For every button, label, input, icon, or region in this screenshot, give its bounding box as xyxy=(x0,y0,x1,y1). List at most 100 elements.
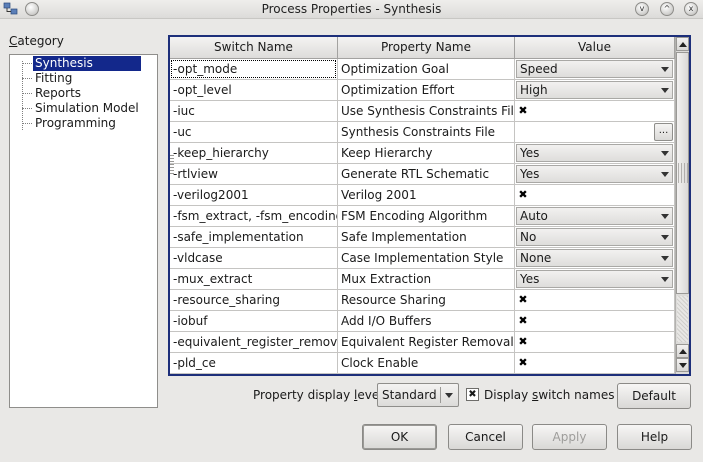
scroll-track[interactable] xyxy=(677,296,688,342)
minimize-icon[interactable]: v xyxy=(635,2,649,16)
property-name-cell[interactable]: Equivalent Register Removal xyxy=(338,332,515,353)
property-name-cell[interactable]: Clock Enable xyxy=(338,353,515,374)
close-icon[interactable]: x xyxy=(684,2,698,16)
switch-name-cell[interactable]: -fsm_extract, -fsm_encoding xyxy=(170,206,338,227)
switch-name-cell[interactable]: -safe_implementation xyxy=(170,227,338,248)
property-name-cell[interactable]: Synthesis Constraints File xyxy=(338,122,515,143)
switch-name-cell[interactable]: -uc xyxy=(170,122,338,143)
scroll-down-button[interactable] xyxy=(676,358,689,372)
header-switch-name[interactable]: Switch Name xyxy=(170,37,338,59)
table-row[interactable]: -uc Synthesis Constraints File... xyxy=(170,122,675,143)
table-row[interactable]: -safe_implementation Safe Implementation N… xyxy=(170,227,675,248)
property-name-cell[interactable]: Add I/O Buffers xyxy=(338,311,515,332)
value-cell[interactable]: ✖ xyxy=(515,353,675,374)
property-name-cell[interactable]: Verilog 2001 xyxy=(338,185,515,206)
switch-name-cell[interactable]: -iobuf xyxy=(170,311,338,332)
value-select-text: Yes xyxy=(520,146,540,160)
value-cell[interactable]: ✖ xyxy=(515,101,675,122)
value-checkbox[interactable]: ✖ xyxy=(517,294,529,306)
value-cell[interactable]: None xyxy=(515,248,675,269)
value-checkbox[interactable]: ✖ xyxy=(517,105,529,117)
property-name-cell[interactable]: Resource Sharing xyxy=(338,290,515,311)
switch-name-cell[interactable]: -equivalent_register_removal xyxy=(170,332,338,353)
table-row[interactable]: -resource_sharing Resource Sharing ✖ xyxy=(170,290,675,311)
switch-name-cell[interactable]: -pld_ce xyxy=(170,353,338,374)
value-cell[interactable]: Auto xyxy=(515,206,675,227)
table-row[interactable]: -keep_hierarchy Keep Hierarchy Yes xyxy=(170,143,675,164)
property-name-cell[interactable]: Keep Hierarchy xyxy=(338,143,515,164)
value-select[interactable]: High xyxy=(516,81,673,99)
value-cell[interactable]: No xyxy=(515,227,675,248)
table-row[interactable]: -iuc Use Synthesis Constraints File ✖ xyxy=(170,101,675,122)
resize-grip[interactable] xyxy=(678,163,688,183)
cancel-button[interactable]: Cancel xyxy=(448,424,523,450)
maximize-icon[interactable]: ^ xyxy=(660,2,674,16)
table-row[interactable]: -pld_ce Clock Enable ✖ xyxy=(170,353,675,374)
switch-name-cell[interactable]: -rtlview xyxy=(170,164,338,185)
ok-button[interactable]: OK xyxy=(362,424,437,450)
apply-button[interactable]: Apply xyxy=(532,424,607,450)
default-button[interactable]: Default xyxy=(617,383,691,409)
switch-name-cell[interactable]: -verilog2001 xyxy=(170,185,338,206)
switch-name-cell[interactable]: -opt_mode xyxy=(170,59,338,80)
table-scrollbar[interactable] xyxy=(675,37,689,374)
splitter-grip[interactable] xyxy=(170,155,174,175)
value-select[interactable]: Yes xyxy=(516,165,673,183)
property-name-cell[interactable]: Case Implementation Style xyxy=(338,248,515,269)
value-cell[interactable]: ✖ xyxy=(515,185,675,206)
table-row[interactable]: -mux_extract Mux Extraction Yes xyxy=(170,269,675,290)
value-checkbox[interactable]: ✖ xyxy=(517,315,529,327)
table-row[interactable]: -fsm_extract, -fsm_encoding FSM Encoding … xyxy=(170,206,675,227)
scroll-up-button[interactable] xyxy=(676,37,689,51)
value-cell[interactable]: Yes xyxy=(515,143,675,164)
property-name-cell[interactable]: Safe Implementation xyxy=(338,227,515,248)
property-name-cell[interactable]: FSM Encoding Algorithm xyxy=(338,206,515,227)
property-name-cell[interactable]: Generate RTL Schematic xyxy=(338,164,515,185)
header-property-name[interactable]: Property Name xyxy=(338,37,515,59)
property-name-cell[interactable]: Mux Extraction xyxy=(338,269,515,290)
category-label: Category xyxy=(9,34,64,48)
value-cell[interactable]: Yes xyxy=(515,164,675,185)
switch-name-cell[interactable]: -opt_level xyxy=(170,80,338,101)
table-row[interactable]: -iobuf Add I/O Buffers ✖ xyxy=(170,311,675,332)
chevron-down-icon xyxy=(661,151,669,156)
value-select[interactable]: No xyxy=(516,228,673,246)
value-select[interactable]: Yes xyxy=(516,270,673,288)
table-row[interactable]: -opt_level Optimization Effort High xyxy=(170,80,675,101)
property-name-cell[interactable]: Use Synthesis Constraints File xyxy=(338,101,515,122)
switch-name-cell[interactable]: -iuc xyxy=(170,101,338,122)
header-value[interactable]: Value xyxy=(515,37,675,59)
display-switch-names-checkbox[interactable]: ✖ xyxy=(466,388,479,401)
help-button[interactable]: Help xyxy=(617,424,692,450)
value-cell[interactable]: ✖ xyxy=(515,311,675,332)
display-level-select[interactable]: Standard xyxy=(377,383,459,407)
value-select[interactable]: Auto xyxy=(516,207,673,225)
value-cell[interactable]: ✖ xyxy=(515,290,675,311)
value-cell[interactable]: Speed xyxy=(515,59,675,80)
browse-file-button[interactable]: ... xyxy=(654,123,673,141)
property-name-cell[interactable]: Optimization Goal xyxy=(338,59,515,80)
value-cell[interactable]: High xyxy=(515,80,675,101)
table-row[interactable]: -equivalent_register_removal Equivalent R… xyxy=(170,332,675,353)
chevron-down-icon xyxy=(661,277,669,282)
table-row[interactable]: -rtlview Generate RTL Schematic Yes xyxy=(170,164,675,185)
table-row[interactable]: -vldcase Case Implementation Style None xyxy=(170,248,675,269)
switch-name-cell[interactable]: -keep_hierarchy xyxy=(170,143,338,164)
value-cell[interactable]: ✖ xyxy=(515,332,675,353)
value-select[interactable]: Yes xyxy=(516,144,673,162)
switch-name-cell[interactable]: -mux_extract xyxy=(170,269,338,290)
switch-name-cell[interactable]: -resource_sharing xyxy=(170,290,338,311)
value-checkbox[interactable]: ✖ xyxy=(517,357,529,369)
table-row[interactable]: -verilog2001 Verilog 2001 ✖ xyxy=(170,185,675,206)
table-row[interactable]: -opt_mode Optimization Goal Speed xyxy=(170,59,675,80)
switch-name-cell[interactable]: -vldcase xyxy=(170,248,338,269)
value-checkbox[interactable]: ✖ xyxy=(517,189,529,201)
value-cell[interactable]: ... xyxy=(515,122,675,143)
property-name-cell[interactable]: Optimization Effort xyxy=(338,80,515,101)
value-checkbox[interactable]: ✖ xyxy=(517,336,529,348)
value-select[interactable]: Speed xyxy=(516,60,673,78)
category-tree[interactable]: Synthesis Fitting Reports Simulation Mod… xyxy=(9,54,158,408)
value-cell[interactable]: Yes xyxy=(515,269,675,290)
value-select[interactable]: None xyxy=(516,249,673,267)
scroll-up-button-bottom[interactable] xyxy=(676,344,689,358)
